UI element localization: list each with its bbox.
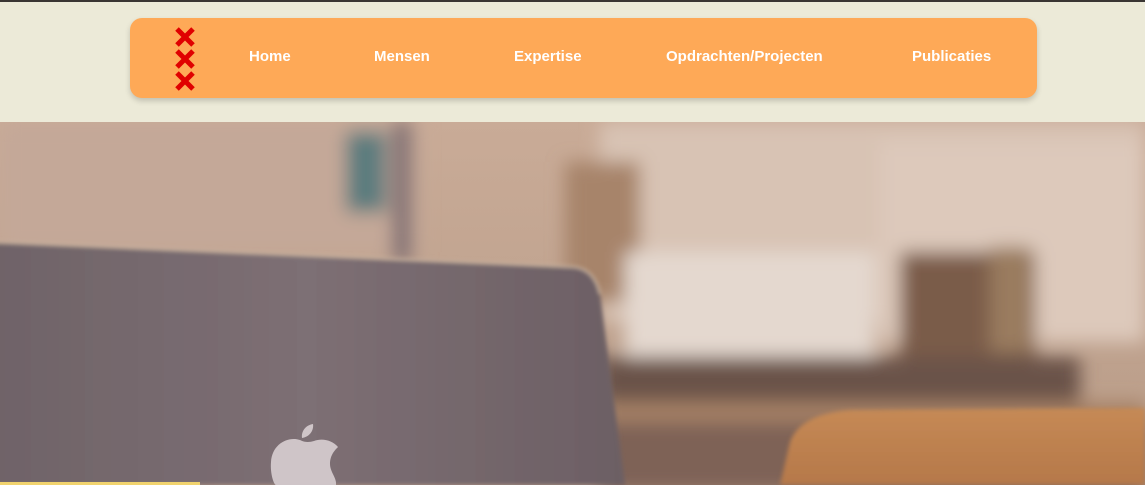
amsterdam-xxx-icon[interactable] — [174, 26, 196, 92]
nav-item-home[interactable]: Home — [249, 48, 291, 66]
nav-item-mensen[interactable]: Mensen — [374, 48, 430, 66]
nav-item-publicaties[interactable]: Publicaties — [912, 48, 991, 66]
nav-item-expertise[interactable]: Expertise — [514, 48, 582, 66]
main-navigation: Home Mensen Expertise Opdrachten/Project… — [130, 18, 1037, 98]
hero-image — [0, 122, 1145, 485]
laptop-photo — [0, 122, 1145, 485]
nav-item-opdrachten-projecten[interactable]: Opdrachten/Projecten — [666, 48, 823, 66]
header: Home Mensen Expertise Opdrachten/Project… — [0, 2, 1145, 122]
